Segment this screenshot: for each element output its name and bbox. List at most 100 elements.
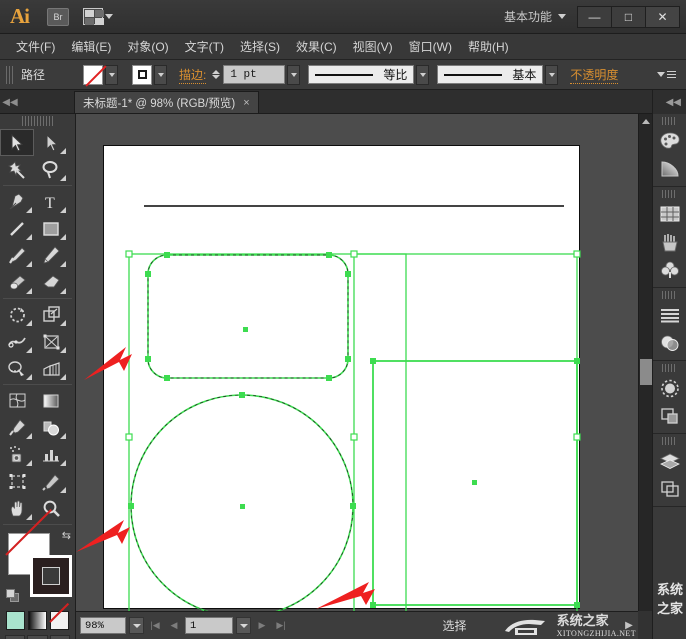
blend-tool[interactable] (34, 414, 68, 441)
menu-item-select[interactable]: 选择(S) (232, 35, 288, 58)
eyedropper-tool[interactable] (0, 414, 34, 441)
document-tab[interactable]: 未标题-1* @ 98% (RGB/预览) × (74, 91, 259, 113)
swatches-panel-icon[interactable] (653, 200, 686, 228)
hand-tool[interactable] (0, 495, 34, 522)
stroke-weight-caret[interactable] (287, 64, 301, 85)
column-graph-tool[interactable] (34, 441, 68, 468)
free-transform-tool[interactable] (34, 328, 68, 355)
direct-selection-tool[interactable] (34, 129, 68, 156)
pencil-tool[interactable] (34, 242, 68, 269)
stroke-weight-input[interactable]: 1 pt (223, 65, 286, 84)
transparency-panel-icon[interactable] (653, 329, 686, 357)
control-bar-grip[interactable] (6, 65, 13, 84)
line-segment-tool[interactable] (0, 215, 34, 242)
close-tab-icon[interactable]: × (243, 97, 249, 109)
eraser-tool[interactable] (34, 269, 68, 296)
gradient-mode-button[interactable] (28, 611, 47, 630)
scroll-up-arrow-icon[interactable] (639, 114, 653, 128)
shape-builder-tool[interactable] (0, 355, 34, 382)
type-tool[interactable]: T (34, 188, 68, 215)
color-panel-icon[interactable] (653, 127, 686, 155)
menu-item-type[interactable]: 文字(T) (177, 35, 232, 58)
gradient-tool[interactable] (34, 387, 68, 414)
tools-panel-grip[interactable] (22, 116, 53, 126)
next-artboard-button[interactable]: ▶ (254, 617, 270, 634)
zoom-level-input[interactable]: 98% (80, 617, 126, 634)
symbols-panel-icon[interactable] (653, 256, 686, 284)
pathfinder-panel-icon[interactable] (653, 402, 686, 430)
artboard-dropdown-caret[interactable] (236, 617, 251, 634)
color-mode-button[interactable] (6, 611, 25, 630)
minimize-button[interactable]: — (577, 5, 612, 28)
tabbar-collapse-icon[interactable]: ◀◀ (0, 91, 20, 113)
draw-inside-button[interactable] (49, 635, 70, 639)
menu-item-view[interactable]: 视图(V) (345, 35, 401, 58)
fill-swatch[interactable] (83, 64, 104, 85)
paintbrush-tool[interactable] (0, 242, 34, 269)
last-artboard-button[interactable]: ▶| (273, 617, 289, 634)
selection-tool[interactable] (0, 129, 34, 156)
magic-wand-tool[interactable] (0, 156, 34, 183)
arrange-documents-button[interactable] (83, 8, 113, 25)
bridge-button[interactable]: Br (47, 7, 69, 26)
pen-tool[interactable] (0, 188, 34, 215)
align-panel-icon[interactable] (653, 301, 686, 329)
mesh-tool[interactable] (0, 387, 34, 414)
menu-item-file[interactable]: 文件(F) (8, 35, 63, 58)
profile-caret[interactable] (416, 64, 430, 85)
dock-collapse-button[interactable]: ◀◀ (653, 90, 686, 114)
rotate-tool[interactable] (0, 301, 34, 328)
default-fill-stroke-icon[interactable] (6, 589, 20, 603)
panel-group-grip[interactable] (662, 364, 677, 372)
artboards-panel-icon[interactable] (653, 475, 686, 503)
previous-artboard-button[interactable]: ◀ (166, 617, 182, 634)
menu-item-effect[interactable]: 效果(C) (288, 35, 345, 58)
artboard-number-input[interactable]: 1 (185, 617, 233, 634)
menu-item-edit[interactable]: 编辑(E) (63, 35, 119, 58)
draw-normal-button[interactable] (5, 635, 26, 639)
workspace-switcher[interactable]: 基本功能 (504, 8, 566, 25)
blob-brush-tool[interactable] (0, 269, 34, 296)
canvas-vertical-scrollbar[interactable] (638, 114, 652, 611)
first-artboard-button[interactable]: |◀ (147, 617, 163, 634)
maximize-button[interactable]: □ (611, 5, 646, 28)
control-panel-menu-button[interactable] (657, 71, 676, 78)
swap-fill-stroke-icon[interactable]: ⇆ (62, 529, 71, 542)
lasso-tool[interactable] (34, 156, 68, 183)
scrollbar-thumb[interactable] (640, 359, 652, 385)
horizontal-line-path[interactable] (144, 205, 564, 207)
brush-caret[interactable] (545, 64, 559, 85)
brush-definition-select[interactable]: 基本 (437, 65, 544, 84)
symbol-sprayer-tool[interactable] (0, 441, 34, 468)
stroke-panel-icon[interactable] (653, 374, 686, 402)
artboard-page[interactable] (103, 145, 580, 609)
rectangle-tool[interactable] (34, 215, 68, 242)
perspective-grid-tool[interactable] (34, 355, 68, 382)
close-button[interactable]: ✕ (645, 5, 680, 28)
slice-tool[interactable] (34, 468, 68, 495)
brushes-panel-icon[interactable] (653, 228, 686, 256)
scale-tool[interactable] (34, 301, 68, 328)
menu-item-help[interactable]: 帮助(H) (460, 35, 517, 58)
stroke-color-box[interactable] (30, 555, 72, 597)
panel-group-grip[interactable] (662, 437, 677, 445)
stroke-color-swatch[interactable] (132, 64, 153, 85)
stroke-dropdown-caret[interactable] (154, 64, 168, 85)
draw-behind-button[interactable] (27, 635, 48, 639)
menu-item-window[interactable]: 窗口(W) (401, 35, 460, 58)
panel-group-grip[interactable] (662, 117, 677, 125)
opacity-label[interactable]: 不透明度 (570, 66, 619, 84)
width-tool[interactable] (0, 328, 34, 355)
fill-dropdown-caret[interactable] (105, 64, 119, 85)
menu-item-object[interactable]: 对象(O) (119, 35, 176, 58)
zoom-dropdown-caret[interactable] (129, 617, 144, 634)
none-mode-button[interactable] (50, 611, 69, 630)
artboard-tool[interactable] (0, 468, 34, 495)
layers-panel-icon[interactable] (653, 447, 686, 475)
stroke-weight-stepper[interactable] (212, 70, 221, 79)
panel-group-grip[interactable] (662, 190, 677, 198)
document-canvas-area[interactable] (76, 114, 638, 611)
variable-width-profile-select[interactable]: 等比 (308, 65, 415, 84)
gradient-panel-icon[interactable] (653, 155, 686, 183)
panel-group-grip[interactable] (662, 291, 677, 299)
